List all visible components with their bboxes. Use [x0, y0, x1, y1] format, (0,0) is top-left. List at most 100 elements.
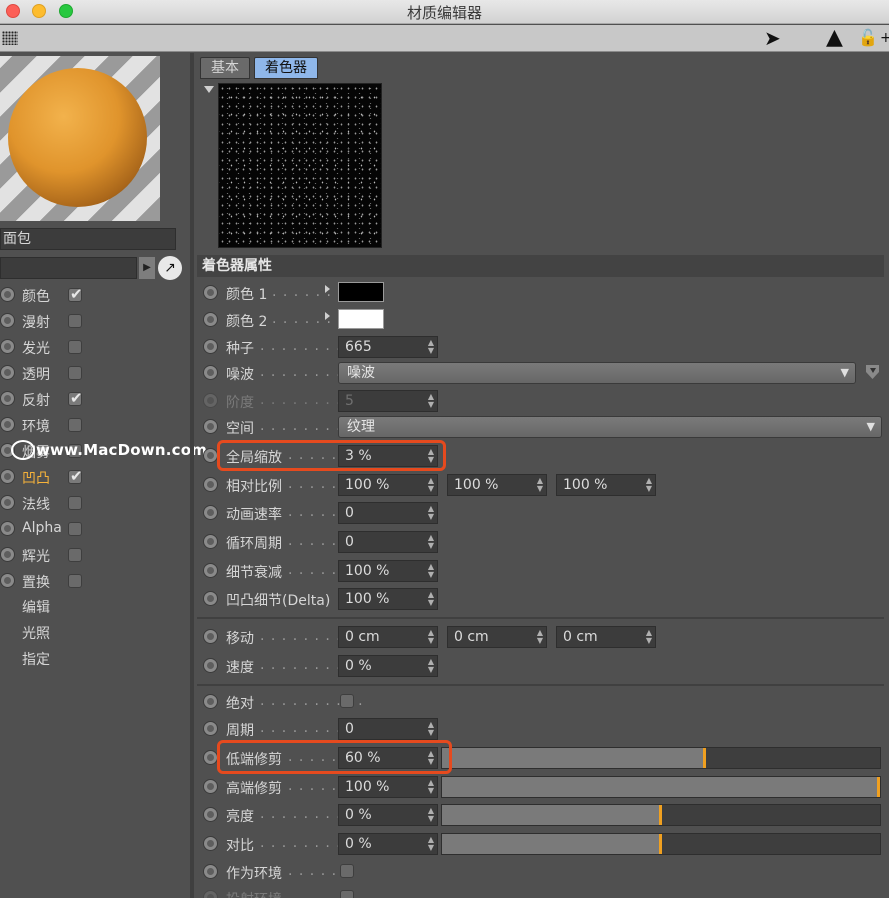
- speed-input[interactable]: 0 % ▲ ▼: [338, 655, 438, 677]
- expand-arrow-icon[interactable]: ▶: [139, 257, 155, 279]
- channel-search-input[interactable]: [0, 257, 137, 279]
- radio-icon[interactable]: [203, 890, 218, 898]
- radio-icon[interactable]: [203, 339, 218, 354]
- radio-icon[interactable]: [203, 658, 218, 673]
- detail-atten-input[interactable]: 100 % ▲ ▼: [338, 560, 438, 582]
- radio-icon[interactable]: [203, 419, 218, 434]
- radio-icon[interactable]: [0, 547, 15, 562]
- space-dropdown[interactable]: 纹理 ▼: [338, 416, 882, 438]
- radio-icon[interactable]: [203, 591, 218, 606]
- expand-arrow-icon[interactable]: [325, 312, 330, 320]
- channel-checkbox[interactable]: [68, 574, 82, 588]
- radio-icon[interactable]: [203, 629, 218, 644]
- pick-cursor-icon[interactable]: ↗: [158, 256, 182, 280]
- nav-assign[interactable]: 指定: [22, 649, 50, 669]
- radio-icon[interactable]: [203, 312, 218, 327]
- up-arrow-icon[interactable]: ▲: [826, 27, 843, 49]
- channel-checkbox[interactable]: [68, 366, 82, 380]
- nav-edit[interactable]: 编辑: [22, 597, 50, 617]
- channel-diffuse[interactable]: 漫射: [0, 310, 190, 334]
- channel-checkbox[interactable]: [68, 522, 82, 536]
- collapse-triangle-icon[interactable]: [204, 86, 214, 93]
- color1-swatch[interactable]: [338, 282, 384, 302]
- channel-checkbox[interactable]: [68, 418, 82, 432]
- radio-icon[interactable]: [203, 779, 218, 794]
- radio-icon[interactable]: [203, 365, 218, 380]
- anim-speed-input[interactable]: 0 ▲ ▼: [338, 502, 438, 524]
- contrast-slider[interactable]: [441, 833, 881, 855]
- delta-input[interactable]: 100 % ▲ ▼: [338, 588, 438, 610]
- channel-transparency[interactable]: 透明: [0, 362, 190, 386]
- relative-scale-z-input[interactable]: 100 % ▲ ▼: [556, 474, 656, 496]
- move-z-input[interactable]: 0 cm ▲ ▼: [556, 626, 656, 648]
- channel-color[interactable]: 颜色: [0, 284, 190, 308]
- channel-checkbox[interactable]: [68, 314, 82, 328]
- color2-swatch[interactable]: [338, 309, 384, 329]
- tab-shader[interactable]: 着色器: [254, 57, 318, 79]
- radio-icon[interactable]: [203, 836, 218, 851]
- channel-luminance[interactable]: 发光: [0, 336, 190, 360]
- radio-icon[interactable]: [0, 417, 15, 432]
- radio-icon[interactable]: [0, 469, 15, 484]
- radio-icon[interactable]: [0, 339, 15, 354]
- channel-bump[interactable]: 凹凸: [0, 466, 190, 490]
- radio-icon[interactable]: [203, 477, 218, 492]
- octaves-input[interactable]: 5 ▲ ▼: [338, 390, 438, 412]
- channel-checkbox[interactable]: [68, 285, 83, 303]
- seed-input[interactable]: 665 ▲ ▼: [338, 336, 438, 358]
- radio-icon[interactable]: [203, 505, 218, 520]
- channel-checkbox[interactable]: [68, 340, 82, 354]
- radio-icon[interactable]: [203, 563, 218, 578]
- shield-icon[interactable]: [866, 365, 879, 379]
- absolute-checkbox[interactable]: [340, 694, 354, 708]
- radio-icon[interactable]: [203, 448, 218, 463]
- expand-arrow-icon[interactable]: [325, 285, 330, 293]
- radio-icon[interactable]: [203, 285, 218, 300]
- channel-alpha[interactable]: Alpha: [0, 518, 190, 542]
- relative-scale-x-input[interactable]: 100 % ▲ ▼: [338, 474, 438, 496]
- channel-checkbox[interactable]: [68, 496, 82, 510]
- grip-icon[interactable]: [2, 31, 18, 45]
- channel-checkbox[interactable]: [68, 548, 82, 562]
- slider-knob[interactable]: [703, 748, 706, 768]
- slider-knob[interactable]: [659, 834, 662, 854]
- radio-icon[interactable]: [0, 573, 15, 588]
- project-env-checkbox[interactable]: [340, 890, 354, 898]
- contrast-input[interactable]: 0 % ▲ ▼: [338, 833, 438, 855]
- relative-scale-y-input[interactable]: 100 % ▲ ▼: [447, 474, 547, 496]
- radio-icon[interactable]: [203, 864, 218, 879]
- high-clip-slider[interactable]: [441, 776, 881, 798]
- panel-divider[interactable]: [190, 53, 194, 898]
- radio-icon[interactable]: [203, 393, 218, 408]
- radio-icon[interactable]: [0, 495, 15, 510]
- radio-icon[interactable]: [0, 287, 15, 302]
- as-env-checkbox[interactable]: [340, 864, 354, 878]
- radio-icon[interactable]: [203, 694, 218, 709]
- cycles-input[interactable]: 0 ▲ ▼: [338, 718, 438, 740]
- channel-glow[interactable]: 辉光: [0, 544, 190, 568]
- radio-icon[interactable]: [203, 721, 218, 736]
- radio-icon[interactable]: [0, 391, 15, 406]
- channel-checkbox[interactable]: [68, 467, 83, 485]
- add-icon[interactable]: +: [880, 27, 889, 49]
- channel-reflection[interactable]: 反射: [0, 388, 190, 412]
- high-clip-input[interactable]: 100 % ▲ ▼: [338, 776, 438, 798]
- back-arrow-icon[interactable]: ➤: [764, 27, 781, 49]
- radio-icon[interactable]: [203, 807, 218, 822]
- channel-checkbox[interactable]: [68, 389, 83, 407]
- low-clip-slider[interactable]: [441, 747, 881, 769]
- nav-illumination[interactable]: 光照: [22, 623, 50, 643]
- radio-icon[interactable]: [0, 521, 15, 536]
- move-x-input[interactable]: 0 cm ▲ ▼: [338, 626, 438, 648]
- radio-icon[interactable]: [203, 750, 218, 765]
- loop-period-input[interactable]: 0 ▲ ▼: [338, 531, 438, 553]
- radio-icon[interactable]: [0, 365, 15, 380]
- tab-basic[interactable]: 基本: [200, 57, 250, 79]
- material-name-field[interactable]: 面包: [0, 228, 176, 250]
- noise-type-dropdown[interactable]: 噪波 ▼: [338, 362, 856, 384]
- channel-displacement[interactable]: 置换: [0, 570, 190, 594]
- slider-knob[interactable]: [659, 805, 662, 825]
- radio-icon[interactable]: [0, 313, 15, 328]
- channel-normal[interactable]: 法线: [0, 492, 190, 516]
- slider-knob[interactable]: [877, 777, 880, 797]
